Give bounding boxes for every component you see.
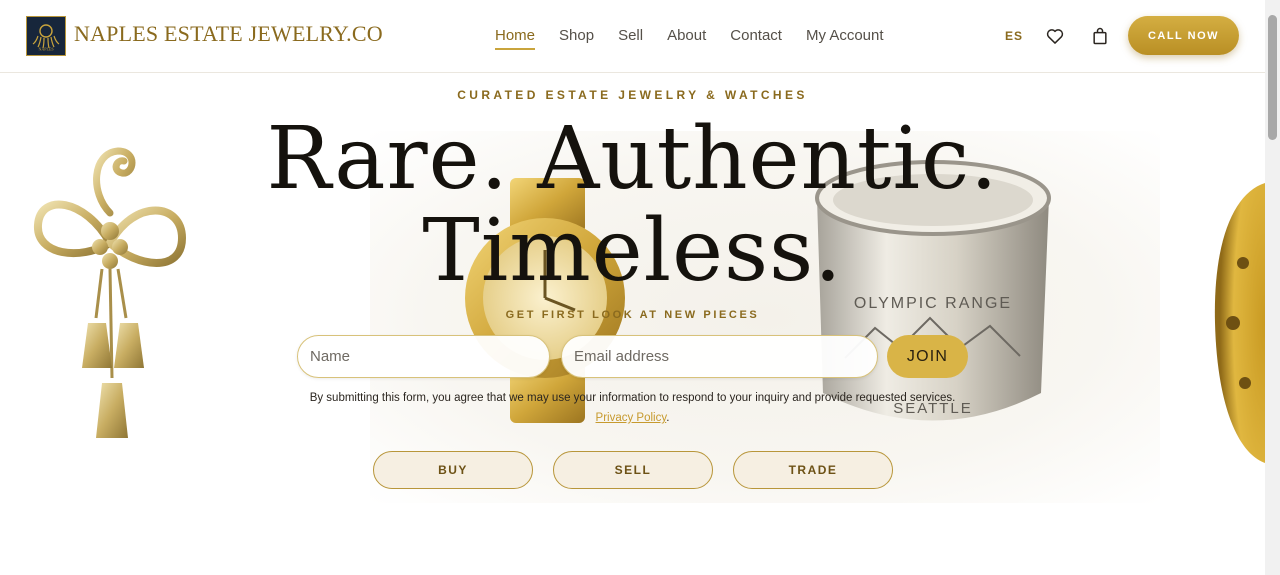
svg-text:NAPLES: NAPLES <box>38 47 53 52</box>
hero-section: OLYMPIC RANGE SEATTLE CURATED ESTATE JEW… <box>0 73 1265 575</box>
hero-eyebrow: CURATED ESTATE JEWELRY & WATCHES <box>457 88 808 102</box>
page-scrollbar[interactable] <box>1265 0 1280 575</box>
shopping-bag-icon[interactable] <box>1090 26 1110 46</box>
trade-button[interactable]: TRADE <box>733 451 893 489</box>
sell-button[interactable]: SELL <box>553 451 713 489</box>
nav-sell[interactable]: Sell <box>618 27 643 50</box>
email-input[interactable] <box>561 335 878 378</box>
newsletter-eyebrow: GET FIRST LOOK AT NEW PIECES <box>505 309 760 321</box>
brand-logo[interactable]: NAPLES <box>26 16 66 56</box>
consent-text: By submitting this form, you agree that … <box>300 388 965 428</box>
octopus-logo-icon: NAPLES <box>32 24 60 52</box>
join-button[interactable]: JOIN <box>887 335 968 378</box>
hero-headline: Rare. Authentic. Timeless. <box>0 113 1265 297</box>
language-toggle[interactable]: ES <box>1005 29 1023 43</box>
nav-about[interactable]: About <box>667 27 706 50</box>
headline-line-1: Rare. Authentic. <box>266 109 999 209</box>
privacy-policy-link[interactable]: Privacy Policy <box>596 412 667 424</box>
heart-icon[interactable] <box>1045 26 1065 46</box>
buy-button[interactable]: BUY <box>373 451 533 489</box>
brand-name[interactable]: NAPLES ESTATE JEWELRY.CO <box>74 21 383 47</box>
name-input[interactable] <box>297 335 550 378</box>
nav-my-account[interactable]: My Account <box>806 27 884 50</box>
nav-shop[interactable]: Shop <box>559 27 594 50</box>
headline-line-2: Timeless. <box>422 201 843 301</box>
scrollbar-thumb[interactable] <box>1268 15 1277 140</box>
main-nav: Home Shop Sell About Contact My Account <box>495 27 908 50</box>
consent-body: By submitting this form, you agree that … <box>309 392 956 404</box>
consent-period: . <box>666 412 670 424</box>
nav-contact[interactable]: Contact <box>730 27 782 50</box>
call-now-button[interactable]: CALL NOW <box>1128 16 1239 55</box>
nav-home[interactable]: Home <box>495 27 536 50</box>
site-header: NAPLES NAPLES ESTATE JEWELRY.CO Home Sho… <box>0 0 1265 73</box>
